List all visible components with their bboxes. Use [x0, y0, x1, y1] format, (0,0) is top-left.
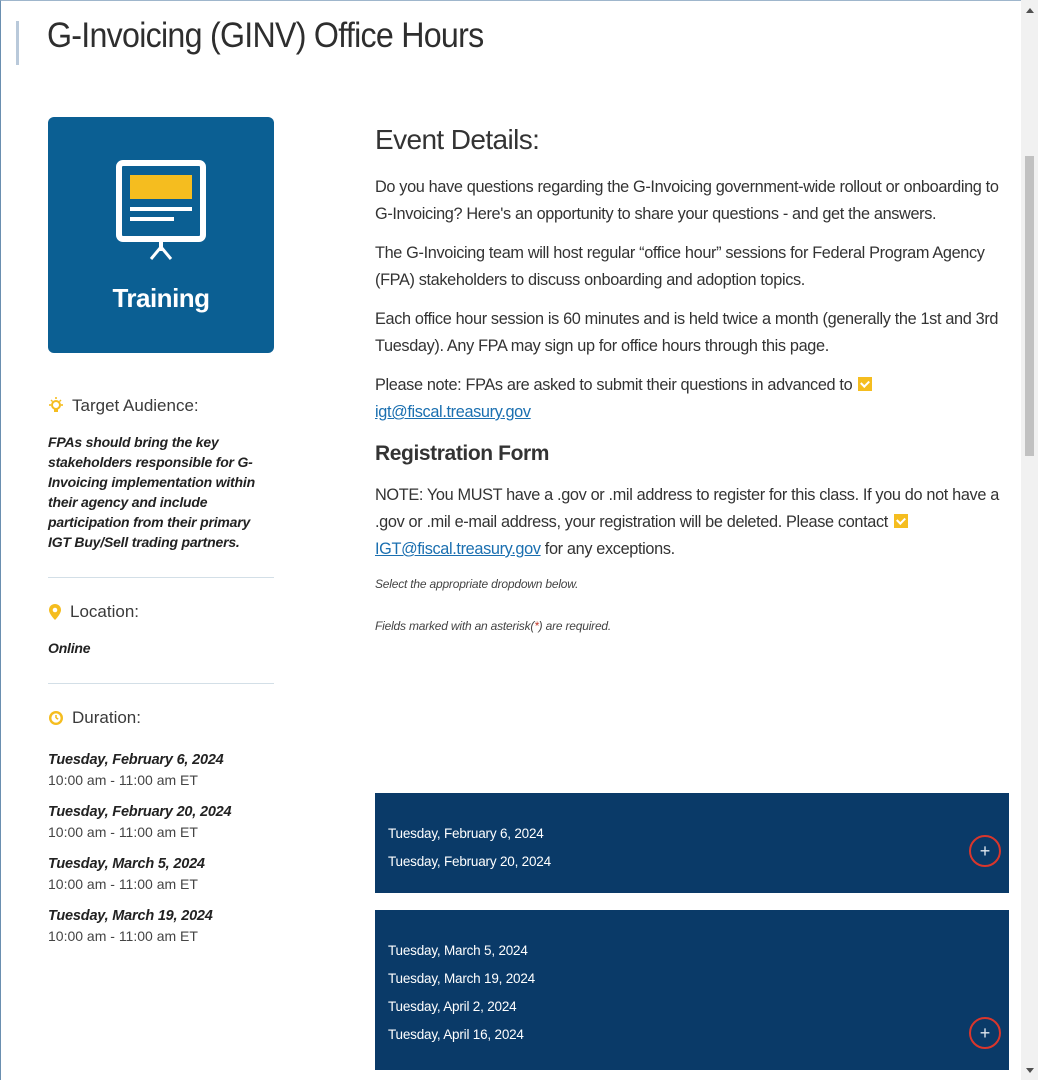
duration-time: 10:00 am - 11:00 am ET [48, 824, 198, 840]
event-details: Event Details: Do you have questions reg… [375, 124, 1015, 633]
submit-questions-text: Please note: FPAs are asked to submit th… [375, 376, 853, 394]
dropdown-instruction: Select the appropriate dropdown below. [375, 577, 579, 591]
duration-date: Tuesday, March 5, 2024 [48, 856, 205, 872]
event-details-heading: Event Details: [375, 124, 540, 155]
expand-button[interactable]: + [969, 1017, 1001, 1049]
clock-icon [49, 711, 63, 725]
vertical-scrollbar[interactable] [1021, 0, 1038, 1080]
registration-note-suffix: for any exceptions. [544, 540, 675, 558]
session-date: Tuesday, April 16, 2024 [388, 1027, 524, 1042]
igt-email-link[interactable]: igt@fiscal.treasury.gov [375, 403, 531, 421]
event-sidebar: Target Audience: FPAs should bring the k… [48, 396, 274, 944]
scroll-up-arrow-icon[interactable] [1026, 8, 1034, 13]
training-card: Training [48, 117, 274, 353]
required-fields-instruction: Fields marked with an asterisk(*) are re… [375, 619, 1015, 633]
duration-date: Tuesday, February 20, 2024 [48, 804, 232, 820]
required-prefix: Fields marked with an asterisk( [375, 619, 535, 633]
email-icon [858, 377, 873, 391]
location-label: Location: [70, 602, 139, 621]
session-date: Tuesday, February 20, 2024 [388, 854, 551, 869]
divider [48, 683, 274, 684]
email-icon [894, 514, 909, 528]
target-audience-heading: Target Audience: [48, 396, 274, 416]
duration-time: 10:00 am - 11:00 am ET [48, 928, 198, 944]
map-pin-icon [49, 604, 61, 620]
session-date: Tuesday, April 2, 2024 [388, 999, 517, 1014]
required-suffix: ) are required. [538, 619, 612, 633]
scroll-down-arrow-icon[interactable] [1026, 1068, 1034, 1073]
training-label: Training [112, 283, 210, 313]
session-date: Tuesday, March 5, 2024 [388, 943, 528, 958]
registration-form-heading: Registration Form [375, 442, 550, 465]
duration-item: Tuesday, March 19, 2024 10:00 am - 11:00… [48, 908, 274, 944]
duration-item: Tuesday, March 5, 2024 10:00 am - 11:00 … [48, 856, 274, 892]
expand-button[interactable]: + [969, 835, 1001, 867]
date-group-panel[interactable]: Tuesday, February 6, 2024 Tuesday, Febru… [375, 793, 1009, 893]
session-date: Tuesday, February 6, 2024 [388, 826, 544, 841]
date-group-panel[interactable]: Tuesday, March 5, 2024 Tuesday, March 19… [375, 910, 1009, 1070]
duration-label: Duration: [72, 708, 141, 727]
duration-date: Tuesday, March 19, 2024 [48, 908, 213, 924]
duration-time: 10:00 am - 11:00 am ET [48, 772, 198, 788]
page-frame: G-Invoicing (GINV) Office Hours Training [0, 0, 1021, 1080]
target-audience-label: Target Audience: [72, 396, 199, 415]
location-text: Online [48, 640, 91, 656]
event-paragraph-1: Do you have questions regarding the G-In… [375, 178, 999, 223]
title-accent-bar [16, 21, 19, 65]
target-audience-text: FPAs should bring the key stakeholders r… [48, 434, 255, 550]
divider [48, 577, 274, 578]
presentation-board-icon [116, 160, 206, 260]
session-date: Tuesday, March 19, 2024 [388, 971, 535, 986]
event-paragraph-3: Each office hour session is 60 minutes a… [375, 310, 999, 355]
igt-exceptions-email-link[interactable]: IGT@fiscal.treasury.gov [375, 540, 541, 558]
page-title: G-Invoicing (GINV) Office Hours [47, 16, 484, 55]
location-heading: Location: [48, 602, 274, 622]
event-paragraph-4: Please note: FPAs are asked to submit th… [375, 372, 1015, 426]
lightbulb-icon [49, 397, 63, 412]
registration-note: NOTE: You MUST have a .gov or .mil addre… [375, 482, 1015, 563]
duration-item: Tuesday, February 6, 2024 10:00 am - 11:… [48, 752, 274, 788]
duration-item: Tuesday, February 20, 2024 10:00 am - 11… [48, 804, 274, 840]
duration-heading: Duration: [48, 708, 274, 728]
scrollbar-thumb[interactable] [1025, 156, 1034, 456]
duration-date: Tuesday, February 6, 2024 [48, 752, 224, 768]
duration-time: 10:00 am - 11:00 am ET [48, 876, 198, 892]
event-paragraph-2: The G-Invoicing team will host regular “… [375, 244, 985, 289]
